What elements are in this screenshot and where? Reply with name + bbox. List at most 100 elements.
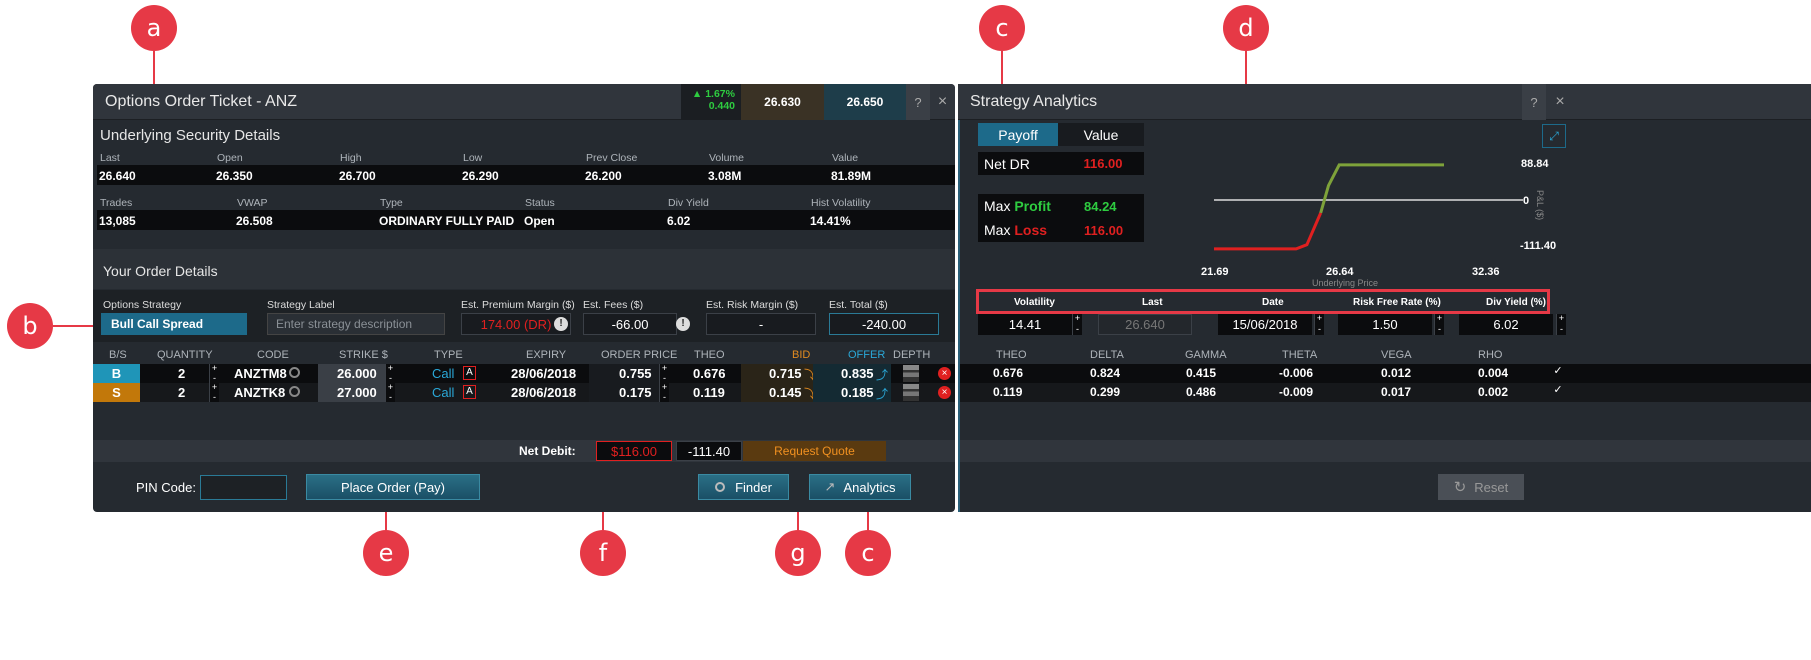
y-axis-zero: 0 xyxy=(1523,195,1530,207)
info-icon[interactable]: ! xyxy=(676,317,690,331)
value-vwap: 26.508 xyxy=(236,214,273,228)
close-icon[interactable]: × xyxy=(1548,84,1572,120)
param-rfr-label: Risk Free Rate (%) xyxy=(1353,297,1441,308)
place-order-button[interactable]: Place Order (Pay) xyxy=(306,474,480,500)
label-status: Status xyxy=(525,197,555,209)
price-stepper[interactable]: + - xyxy=(659,383,669,402)
leg-strike[interactable]: 27.000 xyxy=(337,385,377,400)
col-theo: THEO xyxy=(694,349,725,361)
search-icon[interactable] xyxy=(289,386,300,397)
greek-theta: -0.009 xyxy=(1279,385,1314,399)
leg-strike[interactable]: 26.000 xyxy=(337,366,377,381)
leg-type[interactable]: Call xyxy=(432,366,454,381)
param-volatility-label: Volatility xyxy=(1014,297,1055,308)
help-icon[interactable]: ? xyxy=(906,84,930,120)
div-yield-stepper[interactable]: + - xyxy=(1556,314,1566,335)
info-icon[interactable]: ! xyxy=(554,317,568,331)
value-last: 26.640 xyxy=(99,169,136,183)
pin-input[interactable] xyxy=(200,475,287,500)
remove-leg-icon[interactable]: × xyxy=(938,367,951,380)
quantity-stepper[interactable]: + - xyxy=(209,383,219,402)
buy-side-badge[interactable]: B xyxy=(93,364,140,383)
value-prev-close: 26.200 xyxy=(585,169,622,183)
leg-quantity[interactable]: 2 xyxy=(178,385,185,400)
price-stepper[interactable]: + - xyxy=(659,364,669,383)
close-icon[interactable]: × xyxy=(930,84,955,120)
search-icon[interactable] xyxy=(289,367,300,378)
refresh-icon: ↻ xyxy=(1453,479,1467,496)
fees-value: -66.00 xyxy=(583,313,677,335)
volatility-stepper[interactable]: + - xyxy=(1072,314,1082,335)
risk-margin-label: Est. Risk Margin ($) xyxy=(706,299,799,311)
include-checkbox-icon[interactable]: ✓ xyxy=(1550,364,1566,381)
net-debit-value: $116.00 xyxy=(596,441,672,461)
value-value: 81.89M xyxy=(831,169,872,183)
remove-leg-icon[interactable]: × xyxy=(938,386,951,399)
strategy-description-input[interactable]: Enter strategy description xyxy=(267,313,445,335)
ask-price-box[interactable]: 26.650 xyxy=(824,84,906,120)
label-high: High xyxy=(340,152,362,164)
col-strike: STRIKE $ xyxy=(339,349,388,361)
depth-icon[interactable] xyxy=(903,384,919,401)
strategy-select[interactable]: Bull Call Spread xyxy=(101,313,247,335)
callout-b: b xyxy=(7,303,53,349)
value-div-yield: 6.02 xyxy=(667,214,691,228)
y-axis-bottom: -111.40 xyxy=(1520,240,1557,252)
leg-code: ANZTK8 xyxy=(234,385,286,400)
finder-button[interactable]: Finder xyxy=(698,474,789,500)
net-debit-pl: -111.40 xyxy=(676,441,742,461)
volatility-input[interactable]: 14.41 xyxy=(978,314,1072,335)
greek-theo: 0.676 xyxy=(993,366,1024,380)
value-type: ORDINARY FULLY PAID xyxy=(379,214,515,228)
bid-price-box[interactable]: 26.630 xyxy=(741,84,824,120)
x-axis-mid: 26.64 xyxy=(1326,266,1354,278)
request-quote-button[interactable]: Request Quote xyxy=(743,441,886,461)
reset-button[interactable]: ↻ Reset xyxy=(1438,474,1524,500)
date-input[interactable]: 15/06/2018 xyxy=(1218,314,1312,335)
sell-side-badge[interactable]: S xyxy=(93,383,140,402)
date-stepper[interactable]: + - xyxy=(1314,314,1324,335)
expand-icon[interactable]: ⤢ xyxy=(1542,124,1566,148)
leg-code: ANZTM8 xyxy=(234,366,287,381)
depth-icon[interactable] xyxy=(903,365,919,382)
ticket-title: Options Order Ticket - ANZ xyxy=(105,93,298,110)
tab-payoff[interactable]: Payoff xyxy=(978,123,1058,146)
label-volume: Volume xyxy=(709,152,745,164)
include-checkbox-icon[interactable]: ✓ xyxy=(1550,383,1566,400)
total-value: -240.00 xyxy=(829,313,939,335)
callout-c: c xyxy=(979,5,1025,51)
greek-rho: 0.002 xyxy=(1478,385,1509,399)
div-yield-input[interactable]: 6.02 xyxy=(1459,314,1553,335)
help-icon[interactable]: ? xyxy=(1522,84,1546,120)
callout-d: d xyxy=(1223,5,1269,51)
type-badge[interactable]: A xyxy=(463,366,476,380)
label-hist-vol: Hist Volatility xyxy=(811,197,871,209)
callout-g: g xyxy=(775,530,821,576)
x-axis-right: 32.36 xyxy=(1472,266,1500,278)
value-high: 26.700 xyxy=(339,169,376,183)
label-last: Last xyxy=(100,152,120,164)
leg-bid[interactable]: 0.145 xyxy=(769,385,802,400)
label-low: Low xyxy=(463,152,483,164)
greek-delta: 0.299 xyxy=(1090,385,1121,399)
offer-arrow-icon: ⤴ xyxy=(876,368,889,382)
risk-free-rate-input[interactable]: 1.50 xyxy=(1338,314,1432,335)
leg-offer[interactable]: 0.185 xyxy=(841,385,874,400)
leg-quantity[interactable]: 2 xyxy=(178,366,185,381)
leg-order-price[interactable]: 0.755 xyxy=(619,366,652,381)
leg-bid[interactable]: 0.715 xyxy=(769,366,802,381)
greek-theta: -0.006 xyxy=(1279,366,1314,380)
rfr-stepper[interactable]: + - xyxy=(1434,314,1444,335)
leg-offer[interactable]: 0.835 xyxy=(841,366,874,381)
risk-margin-value: - xyxy=(706,313,816,335)
tab-value[interactable]: Value xyxy=(1058,123,1144,146)
strike-stepper[interactable]: + - xyxy=(385,364,395,383)
analytics-title: Strategy Analytics xyxy=(970,93,1098,110)
leg-type[interactable]: Call xyxy=(432,385,454,400)
type-badge[interactable]: A xyxy=(463,385,476,399)
leg-order-price[interactable]: 0.175 xyxy=(619,385,652,400)
premium-margin-label: Est. Premium Margin ($) xyxy=(461,299,575,311)
analytics-button[interactable]: ↗ Analytics xyxy=(809,474,911,500)
strike-stepper[interactable]: + - xyxy=(385,383,395,402)
quantity-stepper[interactable]: + - xyxy=(209,364,219,383)
